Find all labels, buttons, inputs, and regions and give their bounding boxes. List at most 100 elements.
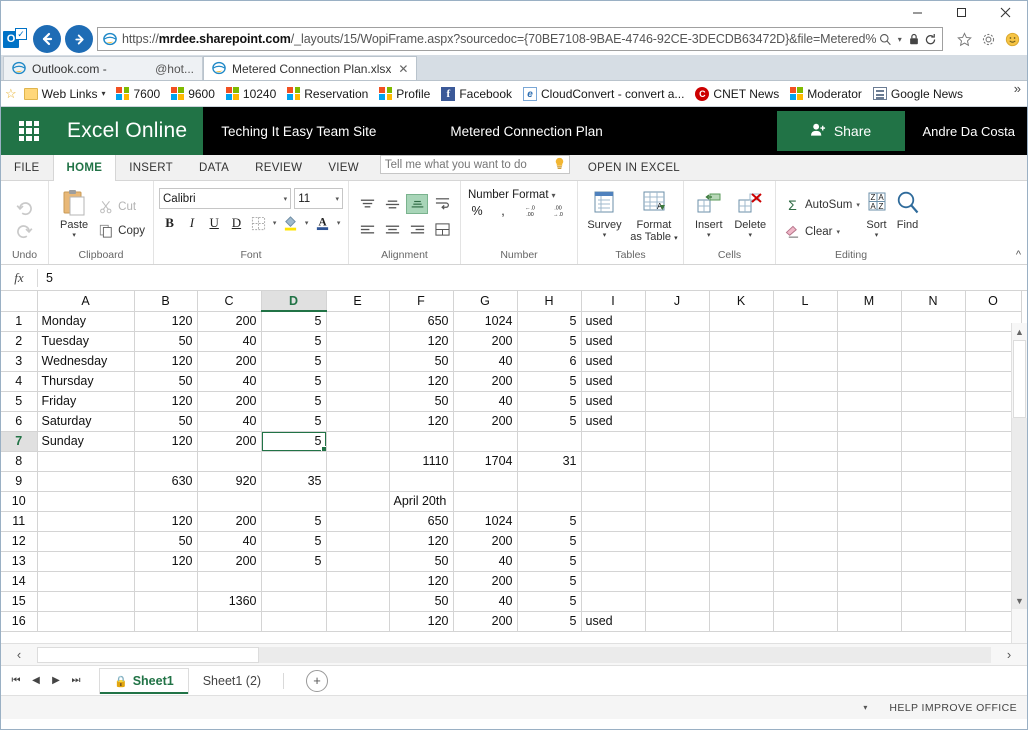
cell-J4[interactable] [645,371,710,392]
cell-A9[interactable] [37,471,135,492]
cell-M13[interactable] [837,551,902,572]
bookmark-cnet-news[interactable]: C CNET News [691,86,783,102]
cell-G2[interactable]: 200 [453,331,518,352]
cell-B16[interactable] [134,611,198,632]
merge-cells-button[interactable] [430,217,455,243]
percent-style-button[interactable]: % [469,204,485,218]
row-header-9[interactable]: 9 [1,471,38,492]
cell-C6[interactable]: 40 [197,411,262,432]
cell-H10[interactable] [517,491,582,512]
cell-J10[interactable] [645,491,710,512]
minimize-button[interactable] [895,1,939,23]
favorites-star-icon[interactable]: ☆ [5,86,17,102]
cell-J7[interactable] [645,431,710,452]
cell-L14[interactable] [773,571,838,592]
maximize-button[interactable] [939,1,983,23]
cell-A5[interactable]: Friday [37,391,135,412]
cell-G4[interactable]: 200 [453,371,518,392]
cell-G7[interactable] [453,431,518,452]
tab-file[interactable]: FILE [1,155,53,180]
cell-B9[interactable]: 630 [134,471,198,492]
cell-J13[interactable] [645,551,710,572]
tab-data[interactable]: DATA [186,155,242,180]
cell-D1[interactable]: 5 [261,311,327,332]
row-header-4[interactable]: 4 [1,371,38,392]
cell-J6[interactable] [645,411,710,432]
cell-M1[interactable] [837,311,902,332]
cell-L13[interactable] [773,551,838,572]
bookmark-reservation[interactable]: Reservation [283,86,372,102]
cell-F7[interactable] [389,431,454,452]
cell-K1[interactable] [709,311,774,332]
cell-H7[interactable] [517,431,582,452]
cell-N3[interactable] [901,351,966,372]
cell-D9[interactable]: 35 [261,471,327,492]
cell-K7[interactable] [709,431,774,452]
font-size-select[interactable]: 11 ▾ [294,188,343,209]
column-header-F[interactable]: F [389,291,454,312]
chevron-down-icon[interactable]: ▾ [302,219,311,227]
cell-L6[interactable] [773,411,838,432]
scroll-right-icon[interactable]: › [991,647,1027,662]
cell-B10[interactable] [134,491,198,512]
cell-B4[interactable]: 50 [134,371,198,392]
back-arrow-icon[interactable] [33,25,61,53]
align-bottom-button[interactable] [405,191,430,217]
cell-L4[interactable] [773,371,838,392]
cell-M7[interactable] [837,431,902,452]
excel-online-brand[interactable]: Excel Online [57,107,204,155]
cell-E11[interactable] [326,511,390,532]
cell-G16[interactable]: 200 [453,611,518,632]
cell-K16[interactable] [709,611,774,632]
cell-N11[interactable] [901,511,966,532]
cell-E1[interactable] [326,311,390,332]
align-middle-button[interactable] [380,191,405,217]
sheet-nav-first[interactable]: ⏮ [7,671,25,691]
cell-C11[interactable]: 200 [197,511,262,532]
cell-I14[interactable] [581,571,646,592]
cell-A14[interactable] [37,571,135,592]
cell-K15[interactable] [709,591,774,612]
cell-B14[interactable] [134,571,198,592]
column-header-E[interactable]: E [326,291,390,312]
cell-L16[interactable] [773,611,838,632]
cell-B15[interactable] [134,591,198,612]
cell-E15[interactable] [326,591,390,612]
cell-I1[interactable]: used [581,311,646,332]
bookmark-9600[interactable]: 9600 [167,86,219,102]
cell-J12[interactable] [645,531,710,552]
cell-H6[interactable]: 5 [517,411,582,432]
cell-E6[interactable] [326,411,390,432]
redo-icon[interactable] [16,223,33,240]
cell-F12[interactable]: 120 [389,531,454,552]
formula-input[interactable]: 5 [38,271,1027,285]
cell-N5[interactable] [901,391,966,412]
cell-F4[interactable]: 120 [389,371,454,392]
bookmark-10240[interactable]: 10240 [222,86,280,102]
status-caret-icon[interactable]: ▾ [863,703,867,712]
cell-M11[interactable] [837,511,902,532]
row-header-3[interactable]: 3 [1,351,38,372]
bookmark-cloudconvert[interactable]: e CloudConvert - convert a... [519,86,688,102]
cell-E8[interactable] [326,451,390,472]
cell-K10[interactable] [709,491,774,512]
sheet-tab-sheet1[interactable]: 🔒 Sheet1 [99,667,189,694]
cell-I9[interactable] [581,471,646,492]
cell-F10[interactable]: April 20th [389,491,454,512]
cell-I4[interactable]: used [581,371,646,392]
cell-A3[interactable]: Wednesday [37,351,135,372]
cell-D4[interactable]: 5 [261,371,327,392]
cell-B2[interactable]: 50 [134,331,198,352]
cell-I13[interactable] [581,551,646,572]
cell-D15[interactable] [261,591,327,612]
horizontal-scroll-track[interactable] [37,646,991,663]
cell-M10[interactable] [837,491,902,512]
paste-button[interactable]: Paste ▾ [54,184,94,249]
cell-L10[interactable] [773,491,838,512]
cell-K8[interactable] [709,451,774,472]
cell-E9[interactable] [326,471,390,492]
cell-H4[interactable]: 5 [517,371,582,392]
cell-I2[interactable]: used [581,331,646,352]
find-button[interactable]: Find [894,184,921,249]
cell-B7[interactable]: 120 [134,431,198,452]
